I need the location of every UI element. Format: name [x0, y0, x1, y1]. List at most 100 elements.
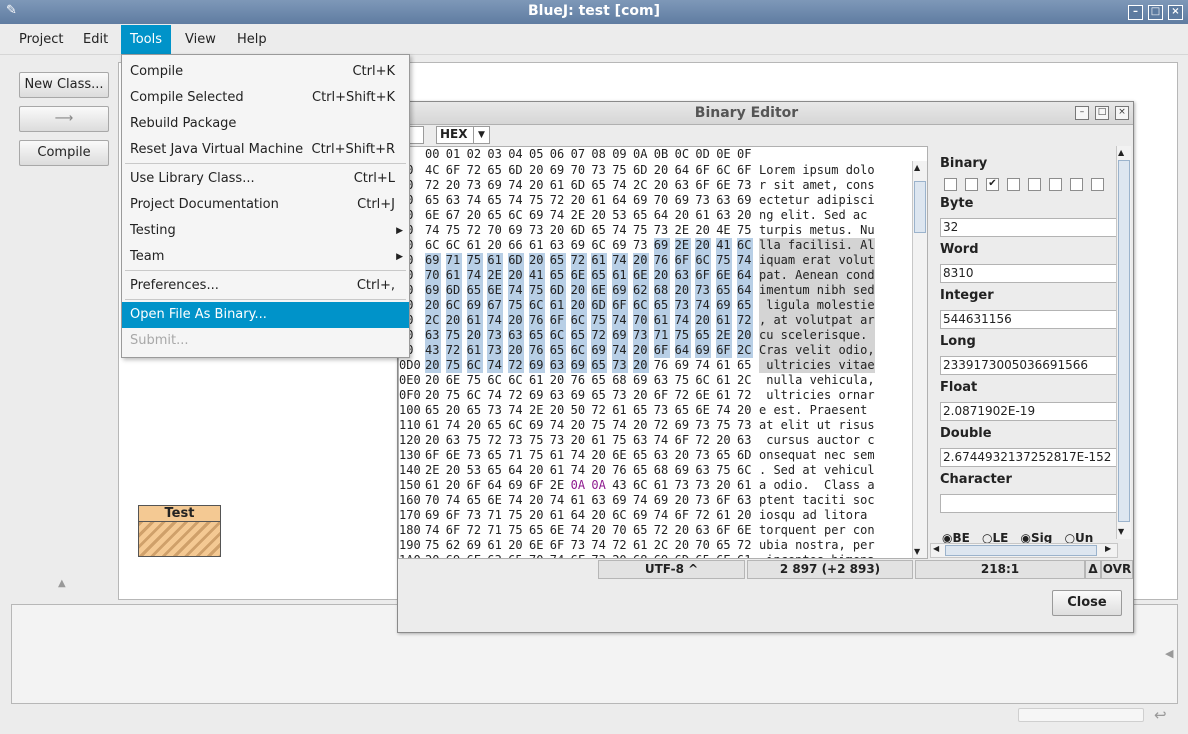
hex-byte[interactable]: 74: [550, 553, 566, 558]
hex-byte[interactable]: 20: [425, 358, 441, 373]
hex-byte[interactable]: 61: [529, 238, 545, 253]
hex-byte[interactable]: 69: [570, 358, 587, 373]
hex-byte[interactable]: 68: [633, 553, 649, 558]
hex-byte[interactable]: 20: [445, 313, 462, 328]
hex-byte[interactable]: 69: [716, 298, 733, 313]
hex-byte[interactable]: 74: [508, 193, 524, 208]
hex-byte[interactable]: 65: [653, 298, 670, 313]
hex-byte[interactable]: 20: [508, 268, 525, 283]
hex-row[interactable]: 2C 20 61 74 20 76 6F 6C 75 74 70 61 74 20 61 72: [425, 313, 759, 328]
hex-byte[interactable]: 6F: [550, 538, 566, 553]
hex-byte[interactable]: 6C: [591, 238, 607, 253]
hex-byte[interactable]: 63: [508, 328, 525, 343]
hex-byte[interactable]: 6E: [446, 373, 462, 388]
hex-byte[interactable]: 74: [654, 508, 670, 523]
hex-byte[interactable]: 61: [633, 538, 649, 553]
hex-byte[interactable]: 69: [612, 328, 629, 343]
hex-row[interactable]: 6C 6C 61 20 66 61 63 69 6C 69 73 69 2E 20 41 6C: [425, 238, 759, 253]
hex-byte[interactable]: 73: [654, 403, 670, 418]
hex-byte[interactable]: 74: [571, 523, 587, 538]
hex-byte[interactable]: 74: [487, 388, 503, 403]
hex-byte[interactable]: 20: [654, 163, 670, 178]
hex-byte[interactable]: 61: [487, 253, 504, 268]
hex-byte[interactable]: 61: [716, 508, 732, 523]
hex-byte[interactable]: 73: [467, 508, 483, 523]
hex-byte[interactable]: 72: [695, 433, 711, 448]
hex-byte[interactable]: 63: [695, 523, 711, 538]
hex-byte[interactable]: 6E: [467, 553, 483, 558]
hex-byte[interactable]: 65: [591, 388, 607, 403]
hex-byte[interactable]: 69: [550, 163, 566, 178]
hex-byte[interactable]: 63: [425, 328, 441, 343]
hex-row[interactable]: 20 6E 75 6C 6C 61 20 76 65 68 69 63 75 6C 61 2C: [425, 373, 759, 388]
hex-byte[interactable]: 20: [446, 478, 462, 493]
hex-byte[interactable]: 75: [529, 433, 545, 448]
radio-sig-icon[interactable]: ◉: [1021, 531, 1031, 543]
hex-byte[interactable]: 75: [466, 253, 483, 268]
hex-byte[interactable]: 20: [550, 223, 566, 238]
hex-byte[interactable]: 68: [653, 283, 670, 298]
menu-item-testing[interactable]: Testing ▶: [122, 218, 409, 244]
hex-byte[interactable]: 6C: [737, 238, 753, 253]
hex-byte[interactable]: 69: [695, 343, 712, 358]
hex-byte[interactable]: 61: [716, 388, 732, 403]
hex-byte[interactable]: 69: [633, 508, 649, 523]
hex-byte[interactable]: 20: [633, 253, 649, 268]
hex-byte[interactable]: 73: [695, 283, 712, 298]
hex-byte[interactable]: 6F: [446, 163, 462, 178]
hex-byte[interactable]: 63: [550, 388, 566, 403]
float-field[interactable]: 2.0871902E-19: [940, 402, 1122, 421]
hex-byte[interactable]: 73: [591, 553, 607, 558]
hex-row[interactable]: 72 20 73 69 74 20 61 6D 65 74 2C 20 63 6F 6E 73: [425, 178, 759, 193]
text-row[interactable]: r sit amet, cons: [759, 178, 875, 193]
hex-byte[interactable]: 6F: [654, 388, 670, 403]
hex-byte[interactable]: 64: [654, 208, 670, 223]
hex-byte[interactable]: 61: [653, 313, 670, 328]
hex-byte[interactable]: 20: [487, 238, 503, 253]
text-row[interactable]: pat. Aenean cond: [759, 268, 875, 283]
hex-byte[interactable]: 61: [612, 268, 629, 283]
hex-byte[interactable]: 6C: [508, 373, 524, 388]
hex-byte[interactable]: 65: [591, 178, 607, 193]
hex-row[interactable]: 2E 20 53 65 64 20 61 74 20 76 65 68 69 63 75 6C: [425, 463, 759, 478]
hex-byte[interactable]: 65: [737, 358, 753, 373]
hex-row[interactable]: 6E 67 20 65 6C 69 74 2E 20 53 65 64 20 61 63 20: [425, 208, 759, 223]
hex-row[interactable]: 61 74 20 65 6C 69 74 20 75 74 20 72 69 73 75 73: [425, 418, 759, 433]
hex-byte[interactable]: 6C: [466, 358, 483, 373]
hex-byte[interactable]: 20: [529, 508, 545, 523]
menu-item-project-documentation[interactable]: Project Documentation Ctrl+J: [122, 192, 409, 218]
hex-byte[interactable]: 74: [571, 463, 587, 478]
hex-byte[interactable]: 75: [508, 298, 525, 313]
hex-byte[interactable]: 75: [591, 313, 608, 328]
menu-item-reset-jvm[interactable]: Reset Java Virtual Machine Ctrl+Shift+R: [122, 137, 409, 163]
hex-byte[interactable]: 69: [737, 193, 753, 208]
hex-byte[interactable]: 2E: [487, 268, 504, 283]
hex-byte[interactable]: 6D: [591, 298, 608, 313]
hex-byte[interactable]: 75: [612, 163, 628, 178]
hex-byte[interactable]: 63: [549, 358, 566, 373]
scroll-thumb[interactable]: [914, 181, 926, 233]
hex-byte[interactable]: 6F: [695, 163, 711, 178]
hex-byte[interactable]: 61: [466, 313, 483, 328]
hex-row[interactable]: 69 6F 73 71 75 20 61 64 20 6C 69 74 6F 72 61 20: [425, 508, 759, 523]
hex-byte[interactable]: 20: [425, 553, 441, 558]
hex-byte[interactable]: 20: [675, 493, 691, 508]
hex-byte[interactable]: 61: [467, 238, 483, 253]
hex-byte[interactable]: 4E: [716, 223, 732, 238]
hex-byte[interactable]: 63: [550, 238, 566, 253]
hex-byte[interactable]: 6F: [674, 253, 691, 268]
hex-byte[interactable]: 61: [550, 508, 566, 523]
hex-byte[interactable]: 20: [633, 343, 649, 358]
hex-byte[interactable]: 72: [508, 388, 524, 403]
hex-byte[interactable]: 70: [654, 193, 670, 208]
hex-byte[interactable]: 6D: [571, 223, 587, 238]
hex-byte[interactable]: 65: [591, 268, 608, 283]
character-field[interactable]: [940, 494, 1122, 513]
hex-byte[interactable]: 74: [508, 178, 524, 193]
hex-byte[interactable]: 74: [612, 343, 629, 358]
hex-byte[interactable]: 6F: [425, 448, 441, 463]
hex-byte[interactable]: 61: [550, 448, 566, 463]
hex-byte[interactable]: 65: [425, 403, 441, 418]
hex-byte[interactable]: 69: [591, 343, 608, 358]
hex-byte[interactable]: 6F: [446, 523, 462, 538]
